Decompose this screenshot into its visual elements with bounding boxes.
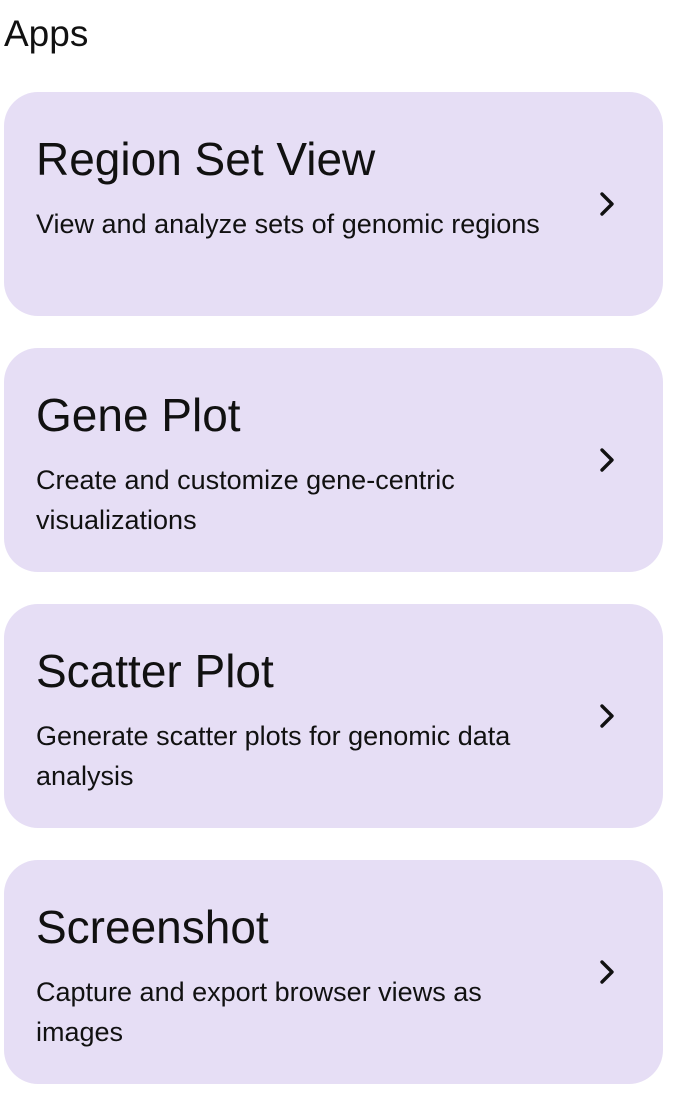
app-card-title: Screenshot: [36, 901, 269, 953]
app-card-scatter-plot[interactable]: Scatter Plot Generate scatter plots for …: [4, 604, 663, 828]
app-card-description: Generate scatter plots for genomic data …: [36, 721, 511, 791]
app-card-description: View and analyze sets of genomic regions: [36, 209, 540, 239]
app-card-title: Region Set View: [36, 133, 376, 185]
app-card-description: Capture and export browser views as imag…: [36, 977, 482, 1047]
chevron-right-icon: [595, 188, 619, 220]
app-card-title: Gene Plot: [36, 389, 241, 441]
page-title: Apps: [4, 13, 89, 54]
app-card-region-set-view[interactable]: Region Set View View and analyze sets of…: [4, 92, 663, 316]
chevron-right-icon: [595, 956, 619, 988]
app-card-title: Scatter Plot: [36, 645, 274, 697]
chevron-right-icon: [595, 700, 619, 732]
app-card-description: Create and customize gene-centric visual…: [36, 465, 455, 535]
chevron-right-icon: [595, 444, 619, 476]
app-card-screenshot[interactable]: Screenshot Capture and export browser vi…: [4, 860, 663, 1084]
app-card-gene-plot[interactable]: Gene Plot Create and customize gene-cent…: [4, 348, 663, 572]
